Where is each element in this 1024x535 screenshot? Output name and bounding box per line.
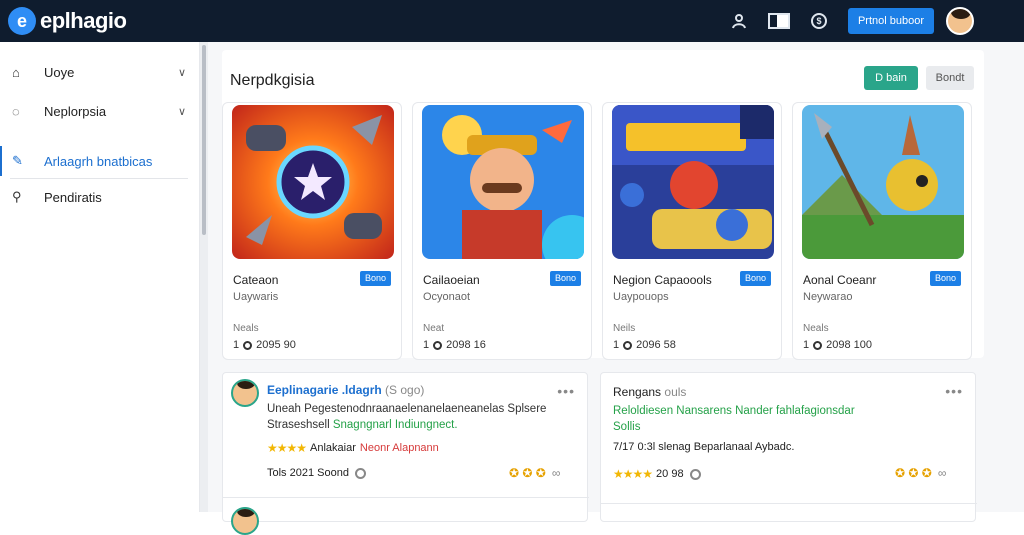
sidebar-item-label: Uoye	[44, 64, 75, 80]
game-label: Neils	[613, 323, 636, 334]
secondary-button[interactable]: Bondt	[926, 66, 974, 90]
game-stats: 1 2096 58	[613, 339, 676, 351]
game-stats: 1 2098 100	[803, 339, 873, 351]
review-rating: 7/17 0:3l slenag Beparlanaal Aybadc.	[613, 441, 795, 453]
game-title: Negion Capaoools	[613, 273, 712, 287]
sidebar-divider	[10, 178, 188, 179]
game-subtitle: Neywarao	[803, 291, 853, 303]
avatar[interactable]	[231, 507, 259, 535]
flag-icon[interactable]	[767, 10, 790, 32]
info-icon[interactable]: $	[808, 10, 830, 32]
stats-icon	[433, 340, 443, 350]
user-icon[interactable]	[728, 10, 750, 32]
stats-icon	[243, 340, 253, 350]
sidebar-item-arlaagrh[interactable]: ✎ Arlaagrh bnatbicas	[0, 146, 200, 176]
divider	[601, 503, 977, 504]
review-title[interactable]: Eeplinagarie .ldagrh (S ogo)	[267, 383, 424, 397]
game-label: Neat	[423, 323, 445, 334]
game-subtitle: Uaypouops	[613, 291, 669, 303]
game-card[interactable]: Negion Capaoools Bono Uaypouops Neils 1 …	[602, 102, 782, 360]
sidebar-item-label: Pendiratis	[44, 189, 102, 205]
stats-icon	[623, 340, 633, 350]
chevron-down-icon[interactable]: ∨	[178, 105, 186, 118]
game-badge[interactable]: Bono	[549, 271, 581, 286]
game-stats: 1 2098 16	[423, 339, 486, 351]
more-options-icon[interactable]: •••	[557, 383, 575, 399]
game-label: Neals	[233, 323, 259, 334]
review-footer: ★★★★ 20 98	[613, 467, 701, 481]
review-card: Eeplinagarie .ldagrh (S ogo) ••• Uneah P…	[222, 372, 589, 535]
folder-icon: ⌂	[12, 64, 20, 80]
game-badge[interactable]: Bono	[929, 271, 961, 286]
sidebar-item-uoye[interactable]: ⌂ Uoye ∨	[0, 57, 200, 87]
reactions[interactable]: ✪ ✪ ✪ ∞	[895, 466, 946, 480]
game-card[interactable]: Cailaoeian Bono Ocyonaot Neat 1 2098 16	[412, 102, 592, 360]
star-rating-icon: ★★★★	[613, 467, 653, 481]
sidebar-scrollbar-thumb[interactable]	[202, 45, 206, 235]
game-thumbnail[interactable]	[422, 105, 584, 259]
review-body: Reloldiesen Nansarens Nander fahlafagion…	[613, 405, 855, 433]
review-body: Uneah Pegestenodnraanaelenanelaeneanelas…	[267, 403, 547, 431]
header-cta-button[interactable]: Prtnol buboor	[847, 8, 934, 34]
top-navigation-bar: e eplhagio $ Prtnol buboor	[0, 0, 1024, 42]
brand-name: eplhagio	[40, 8, 127, 33]
stats-icon	[813, 340, 823, 350]
main-content: Nerpdkgisia D bain Bondt Cateaon Bono Ua…	[208, 42, 1024, 535]
review-card: Rengans ouls ••• Reloldiesen Nansarens N…	[600, 372, 977, 522]
avatar[interactable]	[231, 379, 259, 407]
star-rating-icon: ★★★★	[267, 441, 307, 455]
sidebar: ⌂ Uoye ∨ ◌ Neplorpsia ∨ ✎ Arlaagrh bnatb…	[0, 42, 200, 512]
game-subtitle: Ocyonaot	[423, 291, 471, 303]
more-icon[interactable]: ∞	[938, 466, 947, 480]
review-rating: ★★★★ Anlakaiar Neonr Alapnann	[267, 441, 439, 455]
game-title: Aonal Coeanr	[803, 273, 877, 287]
pen-icon: ✎	[12, 153, 23, 168]
avatar[interactable]	[946, 7, 974, 35]
game-title: Cailaoeian	[423, 273, 480, 287]
game-card[interactable]: Aonal Coeanr Bono Neywarao Neals 1 2098 …	[792, 102, 972, 360]
clock-icon	[689, 468, 701, 480]
brand[interactable]: e eplhagio	[8, 7, 127, 35]
sidebar-item-pendiratis[interactable]: ⚲ Pendiratis	[0, 182, 200, 212]
page-title: Nerpdkgisia	[230, 72, 315, 89]
flag-shape	[767, 13, 790, 29]
game-title: Cateaon	[233, 273, 279, 287]
chevron-down-icon[interactable]: ∨	[178, 66, 186, 79]
review-footer: Tols 2021 Soond	[267, 467, 366, 479]
game-card[interactable]: Cateaon Bono Uaywaris Neals 1 2095 90	[222, 102, 402, 360]
game-subtitle: Uaywaris	[233, 291, 279, 303]
game-label: Neals	[803, 323, 829, 334]
game-badge[interactable]: Bono	[739, 271, 771, 286]
game-stats: 1 2095 90	[233, 339, 296, 351]
clock-icon	[354, 467, 366, 479]
games-panel: Nerpdkgisia D bain Bondt Cateaon Bono Ua…	[222, 50, 984, 360]
sidebar-item-label: Arlaagrh bnatbicas	[44, 153, 153, 169]
brand-logo-icon: e	[8, 7, 36, 35]
more-options-icon[interactable]: •••	[945, 383, 963, 399]
divider	[223, 497, 589, 498]
more-icon[interactable]: ∞	[552, 466, 561, 480]
reactions[interactable]: ✪ ✪ ✪ ∞	[509, 466, 560, 480]
sidebar-item-label: Neplorpsia	[44, 103, 107, 119]
game-thumbnail[interactable]	[802, 105, 964, 259]
sidebar-item-neplorpsia[interactable]: ◌ Neplorpsia ∨	[0, 96, 200, 126]
primary-button[interactable]: D bain	[864, 66, 918, 90]
top-actions: $ Prtnol buboor	[728, 0, 1024, 42]
review-title[interactable]: Rengans ouls	[613, 385, 686, 399]
game-thumbnail[interactable]	[612, 105, 774, 259]
game-thumbnail[interactable]	[232, 105, 394, 259]
user-add-icon: ⚲	[12, 189, 22, 204]
game-badge[interactable]: Bono	[359, 271, 391, 286]
settings-icon: ◌	[12, 103, 20, 119]
